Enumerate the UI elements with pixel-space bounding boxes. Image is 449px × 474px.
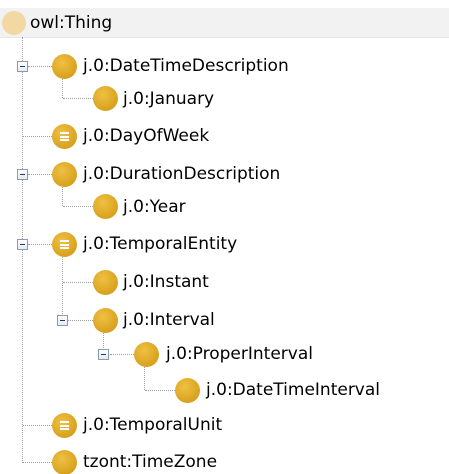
tree-node-label: tzont:TimeZone: [83, 452, 218, 472]
defined-class-icon: [52, 124, 77, 149]
owl-thing-icon: [2, 11, 26, 35]
tree-node-label: j.0:TemporalEntity: [83, 234, 238, 254]
class-icon: [175, 378, 200, 403]
collapse-toggle[interactable]: [98, 349, 109, 360]
tree-connector: [28, 174, 52, 175]
defined-class-icon: [52, 232, 77, 257]
tree-node-label: j.0:ProperInterval: [166, 344, 313, 364]
tree-node-label: j.0:January: [123, 89, 215, 109]
tree-connector: [145, 390, 175, 391]
tree-connector: [63, 98, 93, 99]
tree-node-label: j.0:DayOfWeek: [83, 126, 210, 146]
tree-node-label: j.0:Interval: [123, 310, 215, 330]
tree-connector: [23, 425, 52, 426]
class-icon: [134, 342, 159, 367]
collapse-toggle[interactable]: [57, 315, 68, 326]
tree-connector: [28, 66, 52, 67]
tree-node-label: j.0:Instant: [123, 272, 209, 292]
class-icon: [52, 162, 77, 187]
tree-node-label: j.0:DateTimeInterval: [206, 380, 381, 400]
tree-connector: [68, 320, 93, 321]
collapse-toggle[interactable]: [17, 61, 28, 72]
class-icon: [93, 86, 118, 111]
collapse-toggle[interactable]: [17, 169, 28, 180]
tree-node-owl-thing[interactable]: owl:Thing: [0, 8, 449, 38]
tree-connector: [23, 462, 52, 463]
tree-connector: [62, 255, 63, 320]
defined-class-icon: [52, 413, 77, 438]
tree-node-label: j.0:Year: [123, 197, 186, 217]
tree-connector: [110, 354, 134, 355]
tree-connector: [23, 136, 52, 137]
class-icon: [52, 450, 77, 474]
tree-connector: [28, 244, 52, 245]
class-icon: [52, 54, 77, 79]
tree-node-label: j.0:TemporalUnit: [83, 415, 223, 435]
tree-node-label: owl:Thing: [30, 13, 113, 33]
class-icon: [93, 270, 118, 295]
class-hierarchy-tree: owl:Thing j.0:DateTimeDescription j.0:Ja…: [0, 0, 449, 474]
tree-connector: [144, 364, 145, 390]
collapse-toggle[interactable]: [17, 239, 28, 250]
tree-connector: [63, 206, 93, 207]
tree-connector: [22, 37, 23, 463]
tree-node-label: j.0:DateTimeDescription: [83, 56, 289, 76]
class-icon: [93, 308, 118, 333]
tree-connector: [63, 282, 93, 283]
class-icon: [93, 194, 118, 219]
tree-node-label: j.0:DurationDescription: [83, 164, 281, 184]
